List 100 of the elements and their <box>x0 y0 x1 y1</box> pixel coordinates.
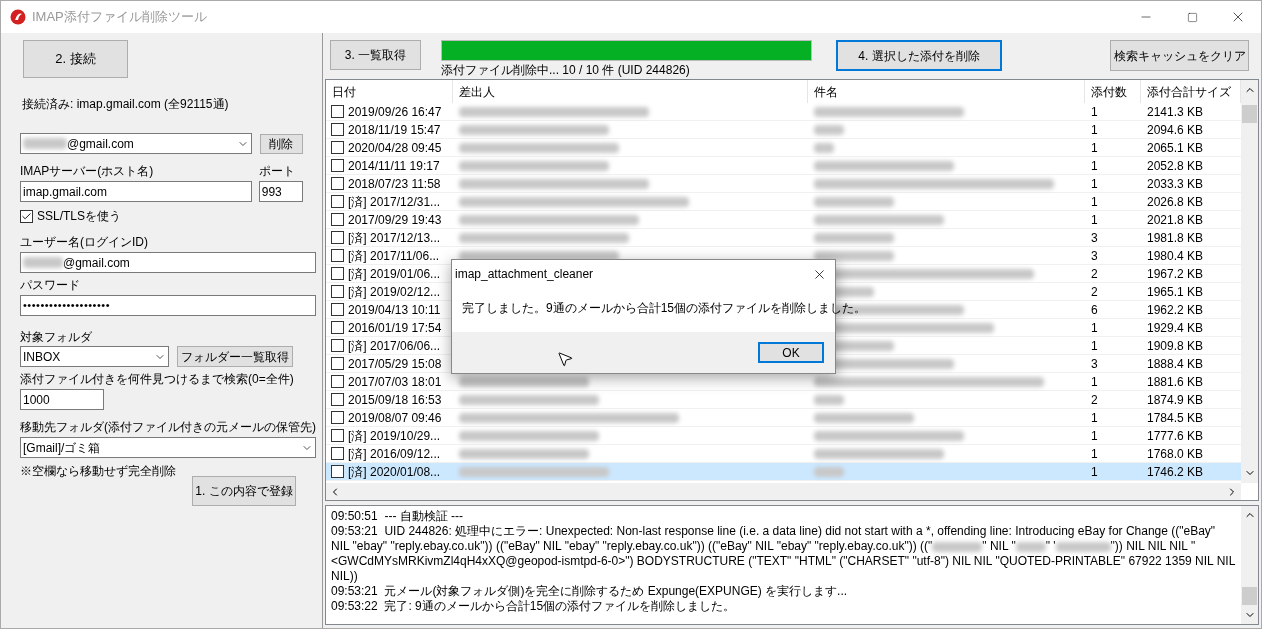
row-checkbox[interactable] <box>331 123 344 136</box>
size-cell-text: 2026.8 KB <box>1146 193 1205 211</box>
log-line: 09:50:51 --- 自動検証 --- <box>331 509 465 524</box>
mouse-cursor-icon <box>556 350 574 368</box>
server-label: IMAPサーバー(ホスト名) <box>20 163 155 180</box>
count-cell-text: 2 <box>1090 391 1099 409</box>
row-checkbox[interactable] <box>331 231 344 244</box>
row-checkbox[interactable] <box>331 285 344 298</box>
size-cell-text: 1980.4 KB <box>1146 247 1205 265</box>
table-row[interactable]: [済] 2017/12/31... 1 2026.8 KB <box>326 193 1241 211</box>
clear-cache-button[interactable]: 検索キャッシュをクリア <box>1110 40 1249 71</box>
folder-label: 対象フォルダ <box>20 329 92 346</box>
size-cell-text: 1981.8 KB <box>1146 229 1205 247</box>
count-cell-text: 1 <box>1090 427 1099 445</box>
app-logo-icon <box>10 9 26 25</box>
log-line: 09:53:21 UID 244826: 処理中にエラー: Unexpected: Non-last response line (i.e. a data line) did not start with a *, offending line: Introducing eBay for Change (("eBay" NIL "ebay" "reply.ebay.co.uk")) (("eBay" NIL "ebay" "reply.ebay.co.uk")) (("eBay" NIL "ebay" "reply.ebay.co.uk")) ((" " NIL " " ' ")) NIL NIL NIL "<GWCdMYsMRKivmZl4qH4xXQ@geopod-ismtpd-6-0>") BODYSTRUCTURE ("TEXT" "HTML" ("CHARSET" "utf-8") NIL NIL "QUOTED-PRINTABLE" 67922 1359 NIL NIL NIL)) <box>331 524 1236 584</box>
size-cell-text: 2141.3 KB <box>1146 103 1205 121</box>
ssl-checkbox[interactable] <box>20 209 33 223</box>
size-cell-text: 1888.4 KB <box>1146 355 1205 373</box>
row-checkbox[interactable] <box>331 195 344 208</box>
row-checkbox[interactable] <box>331 447 344 460</box>
size-cell-text: 1881.6 KB <box>1146 373 1205 391</box>
table-row[interactable]: 2018/07/23 11:58 1 2033.3 KB <box>326 175 1241 193</box>
horizontal-scrollbar[interactable] <box>326 483 1241 500</box>
size-cell-text: 1874.9 KB <box>1146 391 1205 409</box>
column-header[interactable]: 差出人 <box>453 80 808 103</box>
password-label: パスワード <box>20 277 81 294</box>
date-cell-text: 2018/11/19 15:47 <box>348 121 441 139</box>
size-cell-text: 2094.6 KB <box>1146 121 1205 139</box>
blurred-text <box>23 138 67 149</box>
folder-dropdown[interactable]: INBOX <box>20 346 169 367</box>
blurred-text <box>1015 541 1046 552</box>
size-cell-text: 1768.0 KB <box>1146 445 1205 463</box>
row-checkbox[interactable] <box>331 159 344 172</box>
save-button[interactable]: 1. この内容で登録 <box>192 476 296 506</box>
table-row[interactable]: 2020/04/28 09:45 1 2065.1 KB <box>326 139 1241 157</box>
blurred-text <box>814 395 844 406</box>
row-checkbox[interactable] <box>331 213 344 226</box>
table-row[interactable]: [済] 2017/12/13... 3 1981.8 KB <box>326 229 1241 247</box>
fetch-list-button[interactable]: 3. 一覧取得 <box>330 40 421 70</box>
row-checkbox[interactable] <box>331 141 344 154</box>
column-header[interactable]: 添付数 <box>1085 80 1141 103</box>
date-cell-text: [済] 2019/02/12... <box>348 283 441 301</box>
row-checkbox[interactable] <box>331 465 344 478</box>
count-cell-text: 1 <box>1090 157 1099 175</box>
count-cell-text: 3 <box>1090 247 1099 265</box>
count-cell-text: 1 <box>1090 373 1099 391</box>
row-checkbox[interactable] <box>331 393 344 406</box>
row-checkbox[interactable] <box>331 267 344 280</box>
blurred-text <box>814 125 844 136</box>
row-checkbox[interactable] <box>331 375 344 388</box>
table-row[interactable]: [済] 2019/10/29... 1 1777.6 KB <box>326 427 1241 445</box>
server-input[interactable]: imap.gmail.com <box>20 181 252 202</box>
ok-button[interactable]: OK <box>758 342 824 363</box>
delete-account-button[interactable]: 削除 <box>259 133 303 154</box>
table-row[interactable]: 2019/09/26 16:47 1 2141.3 KB <box>326 103 1241 121</box>
date-cell-text: 2014/11/11 19:17 <box>348 157 440 175</box>
table-row[interactable]: 2015/09/18 16:53 2 1874.9 KB <box>326 391 1241 409</box>
size-cell-text: 1965.1 KB <box>1146 283 1205 301</box>
delete-attachments-button[interactable]: 4. 選択した添付を削除 <box>836 40 1002 71</box>
scrollbar-thumb[interactable] <box>1242 105 1257 123</box>
account-dropdown[interactable]: @gmail.com <box>20 133 252 154</box>
row-checkbox[interactable] <box>331 357 344 370</box>
table-row[interactable]: 2018/11/19 15:47 1 2094.6 KB <box>326 121 1241 139</box>
row-checkbox[interactable] <box>331 303 344 316</box>
folder-list-button[interactable]: フォルダー一覧取得 <box>177 346 293 367</box>
vertical-scrollbar[interactable] <box>1241 80 1258 483</box>
date-cell-text: 2017/09/29 19:43 <box>348 211 442 229</box>
table-row[interactable]: 2014/11/11 19:17 1 2052.8 KB <box>326 157 1241 175</box>
connection-status: 接続済み: imap.gmail.com (全92115通) <box>22 96 230 113</box>
table-row[interactable]: [済] 2020/01/08... 1 1746.2 KB <box>326 463 1241 481</box>
row-checkbox[interactable] <box>331 429 344 442</box>
count-cell-text: 1 <box>1090 409 1099 427</box>
move-folder-dropdown[interactable]: [Gmail]/ゴミ箱 <box>20 437 316 458</box>
table-row[interactable]: 2019/08/07 09:46 1 1784.5 KB <box>326 409 1241 427</box>
password-input[interactable]: •••••••••••••••••••• <box>20 295 316 316</box>
scrollbar-thumb[interactable] <box>1242 587 1257 605</box>
log-line: 09:53:22 完了: 9通のメールから合計15個の添付ファイルを削除しました。 <box>331 599 737 614</box>
table-row[interactable]: 2017/09/29 19:43 1 2021.8 KB <box>326 211 1241 229</box>
date-cell-text: 2017/05/29 15:08 <box>348 355 442 373</box>
log-scrollbar[interactable] <box>1241 506 1258 624</box>
row-checkbox[interactable] <box>331 339 344 352</box>
row-checkbox[interactable] <box>331 249 344 262</box>
row-checkbox[interactable] <box>331 321 344 334</box>
date-cell-text: [済] 2016/09/12... <box>348 445 441 463</box>
column-header[interactable]: 日付 <box>326 80 453 103</box>
date-cell-text: [済] 2020/01/08... <box>348 463 441 481</box>
date-cell-text: 2019/08/07 09:46 <box>348 409 442 427</box>
count-cell-text: 1 <box>1090 319 1099 337</box>
connect-button[interactable]: 2. 接続 <box>23 40 128 78</box>
port-input[interactable]: 993 <box>258 181 303 202</box>
search-limit-input[interactable]: 1000 <box>20 389 104 410</box>
date-cell-text: [済] 2019/10/29... <box>348 427 441 445</box>
column-header[interactable]: 件名 <box>808 80 1085 103</box>
size-cell-text: 2033.3 KB <box>1146 175 1205 193</box>
row-checkbox[interactable] <box>331 411 344 424</box>
row-checkbox[interactable] <box>331 105 344 118</box>
row-checkbox[interactable] <box>331 177 344 190</box>
username-input[interactable]: @gmail.com <box>20 252 316 273</box>
size-cell-text: 2021.8 KB <box>1146 211 1205 229</box>
